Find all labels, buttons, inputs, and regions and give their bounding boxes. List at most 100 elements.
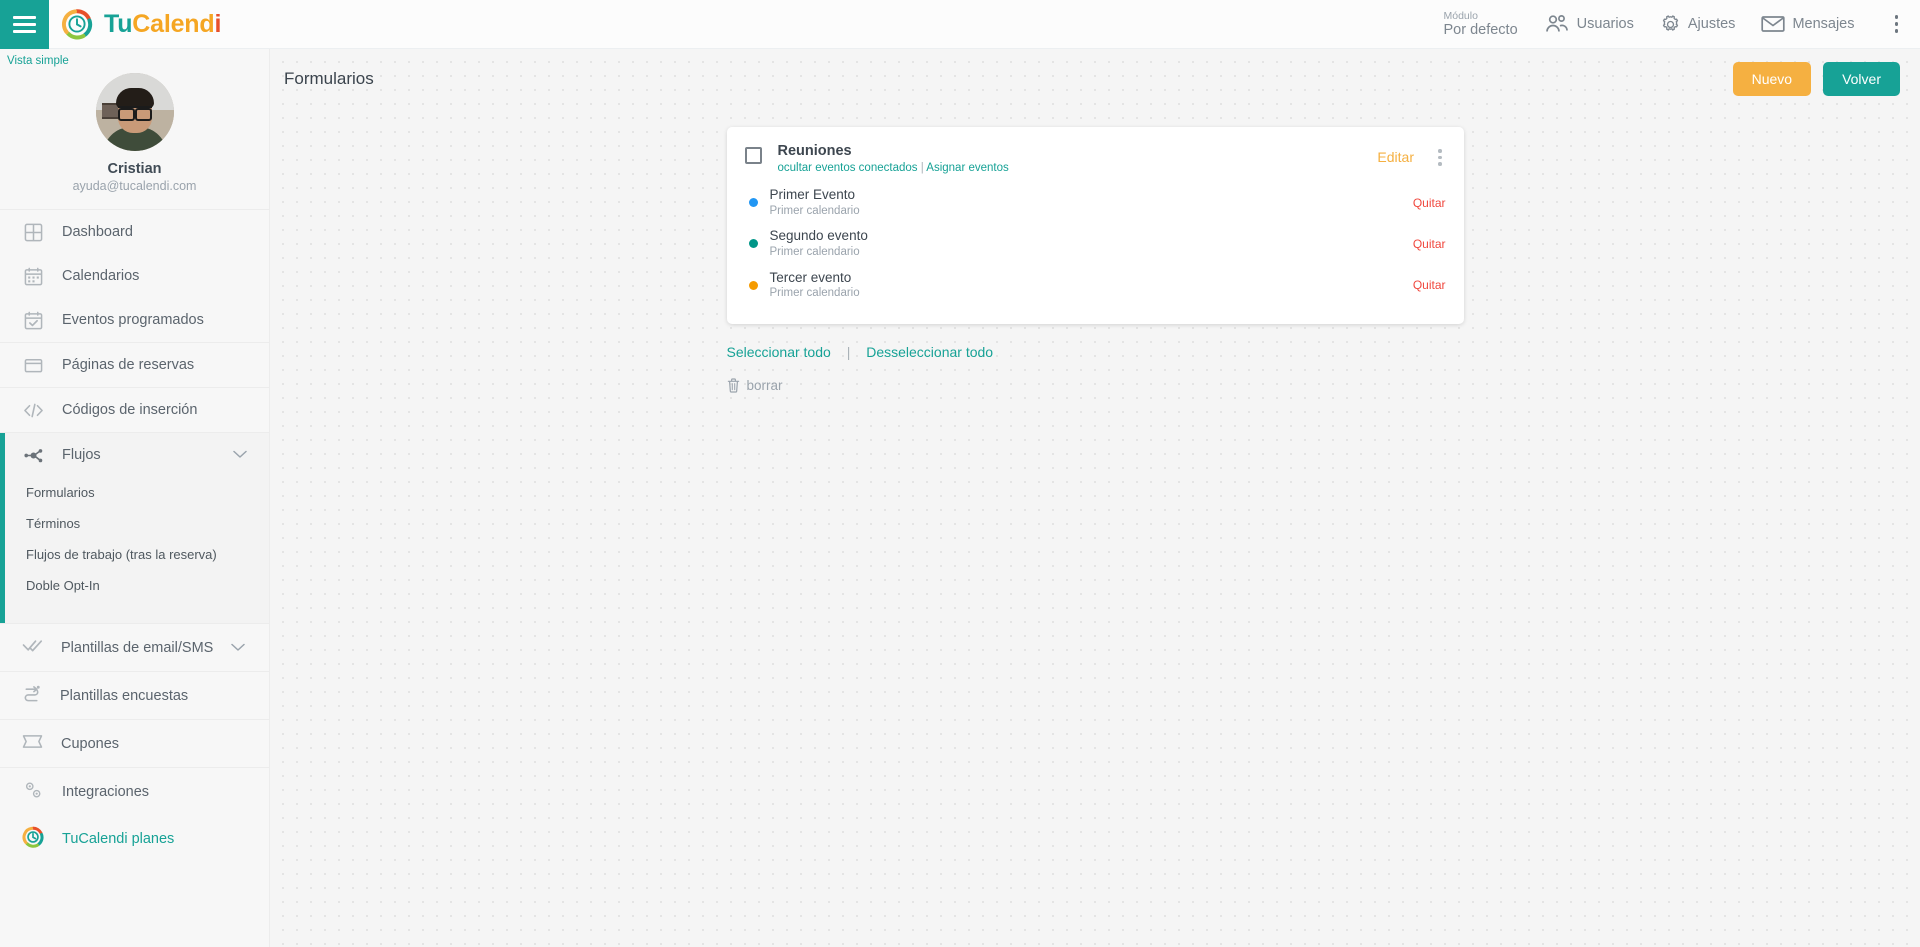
selection-separator: | [846, 343, 851, 360]
top-bar-actions: Módulo Por defecto Usuarios Ajustes Mens… [1443, 0, 1920, 48]
sidebar-subitem-terminos[interactable]: Términos [5, 508, 269, 539]
hamburger-bar [13, 29, 36, 33]
sidebar-item-plantillas-encuestas[interactable]: Plantillas encuestas [0, 672, 269, 719]
sidebar-item-label: Códigos de inserción [62, 402, 198, 418]
sidebar-subitem-flujos-de-trabajo[interactable]: Flujos de trabajo (tras la reserva) [5, 539, 269, 570]
vista-simple-link[interactable]: Vista simple [0, 49, 269, 67]
kebab-dot [1894, 15, 1898, 19]
remove-event-link[interactable]: Quitar [1413, 278, 1446, 292]
brand-text: TuCalendi [104, 10, 221, 39]
form-title: Reuniones [777, 143, 852, 159]
sublink-separator: | [920, 162, 924, 174]
gear-icon [1662, 14, 1679, 31]
top-item-label: Ajustes [1687, 16, 1736, 32]
delete-button[interactable]: borrar [727, 378, 1464, 393]
top-item-usuarios[interactable]: Usuarios [1544, 14, 1634, 34]
select-all-link[interactable]: Seleccionar todo [727, 344, 831, 360]
sidebar-item-label: Plantillas de email/SMS [61, 639, 214, 656]
ticket-icon [22, 734, 43, 753]
event-name: Segundo evento [769, 228, 868, 244]
main-content: Formularios Nuevo Volver Reuniones ocult… [270, 49, 1920, 947]
event-calendar: Primer calendario [769, 204, 860, 217]
kebab-dot [1438, 162, 1442, 166]
envelope-icon [1761, 16, 1786, 32]
profile-name: Cristian [107, 161, 162, 177]
top-item-mensajes[interactable]: Mensajes [1761, 15, 1855, 33]
profile-email: ayuda@tucalendi.com [72, 179, 197, 193]
new-button[interactable]: Nuevo [1732, 62, 1812, 96]
sidebar-item-integraciones[interactable]: Integraciones [0, 768, 269, 815]
chevron-down-icon[interactable] [231, 640, 246, 656]
top-bar: TuCalendi Módulo Por defecto Usuarios Aj… [0, 0, 1920, 49]
event-row: Primer Evento Primer calendario Quitar [727, 182, 1464, 223]
form-sublinks: ocultar eventos conectados | Asignar eve… [778, 162, 1009, 174]
main-header: Formularios Nuevo Volver [270, 59, 1920, 99]
event-texts: Primer Evento Primer calendario [770, 187, 860, 218]
avatar-glasses [117, 106, 152, 121]
users-icon [1545, 15, 1568, 32]
assign-events-link[interactable]: Asignar eventos [926, 162, 1008, 174]
form-select-checkbox[interactable] [744, 147, 762, 164]
form-card-header: Reuniones ocultar eventos conectados | A… [727, 127, 1464, 182]
edit-button[interactable]: Editar [1377, 149, 1414, 165]
calendar-check-icon [22, 309, 44, 331]
chevron-down-icon[interactable] [233, 447, 247, 463]
event-calendar: Primer calendario [769, 287, 860, 300]
hide-connected-events-link[interactable]: ocultar eventos conectados [778, 162, 918, 174]
brand-logo-link[interactable]: TuCalendi [61, 8, 221, 40]
event-texts: Segundo evento Primer calendario [770, 228, 868, 259]
top-item-ajustes[interactable]: Ajustes [1660, 14, 1736, 35]
kebab-dot [1894, 22, 1898, 26]
calendar-icon [22, 265, 44, 287]
sidebar-subitem-formularios[interactable]: Formularios [5, 477, 269, 508]
brand-text-part3: i [214, 9, 222, 38]
sidebar-item-eventos-programados[interactable]: Eventos programados [0, 298, 269, 342]
form-card-titles: Reuniones ocultar eventos conectados | A… [778, 143, 1009, 174]
hamburger-bar [13, 22, 36, 26]
avatar [95, 73, 174, 151]
sidebar-item-label: Dashboard [62, 224, 133, 240]
event-name: Primer Evento [769, 187, 856, 202]
header-actions: Nuevo Volver [1732, 62, 1920, 96]
double-check-icon [22, 637, 43, 658]
page-title: Formularios [284, 69, 374, 88]
brand-text-part1: Tu [104, 9, 133, 38]
sidebar-group-flujos: Flujos Formularios Términos Flujos de tr… [0, 433, 269, 623]
module-selector[interactable]: Módulo Por defecto [1443, 10, 1517, 39]
sidebar-item-calendarios[interactable]: Calendarios [0, 254, 269, 298]
module-value: Por defecto [1443, 21, 1518, 38]
sidebar-subitem-doble-opt-in[interactable]: Doble Opt-In [5, 570, 269, 601]
sidebar-item-tucalendi-planes[interactable]: TuCalendi planes [0, 815, 269, 862]
event-calendar: Primer calendario [769, 246, 860, 259]
event-name: Tercer evento [769, 269, 852, 285]
sidebar-item-cupones[interactable]: Cupones [0, 720, 269, 767]
kebab-vertical-icon[interactable] [1434, 146, 1446, 169]
avatar-hair [115, 88, 154, 108]
remove-event-link[interactable]: Quitar [1413, 237, 1446, 251]
kebab-dot [1438, 155, 1442, 159]
kebab-vertical-icon[interactable] [1887, 9, 1907, 39]
back-button[interactable]: Volver [1823, 62, 1900, 96]
survey-flow-icon [22, 684, 42, 707]
sidebar-item-label: Flujos [62, 447, 101, 463]
trash-icon [727, 378, 739, 393]
event-row: Segundo evento Primer calendario Quitar [727, 223, 1464, 264]
remove-event-link[interactable]: Quitar [1413, 196, 1446, 210]
sidebar-profile: Cristian ayuda@tucalendi.com [0, 67, 269, 209]
event-color-dot [748, 280, 758, 290]
sidebar-item-label: Cupones [61, 735, 120, 752]
sidebar-item-dashboard[interactable]: Dashboard [0, 210, 269, 254]
sidebar-item-label: Eventos programados [62, 312, 204, 328]
sidebar-nav: Dashboard Calendarios Eventos programado… [0, 210, 269, 862]
sidebar-item-codigos-de-insercion[interactable]: Códigos de inserción [0, 388, 269, 432]
gears-icon [22, 779, 44, 805]
event-texts: Tercer evento Primer calendario [770, 270, 860, 301]
sidebar-item-paginas-de-reservas[interactable]: Páginas de reservas [0, 343, 269, 387]
hamburger-icon[interactable] [0, 0, 49, 49]
sidebar-item-plantillas-email-sms[interactable]: Plantillas de email/SMS [0, 624, 269, 671]
sidebar-item-flujos[interactable]: Flujos [5, 433, 269, 477]
sidebar-item-label: TuCalendi planes [62, 830, 175, 847]
sidebar: Vista simple Cristian ayuda@tucalendi.co… [0, 49, 270, 947]
deselect-all-link[interactable]: Desseleccionar todo [866, 344, 993, 360]
